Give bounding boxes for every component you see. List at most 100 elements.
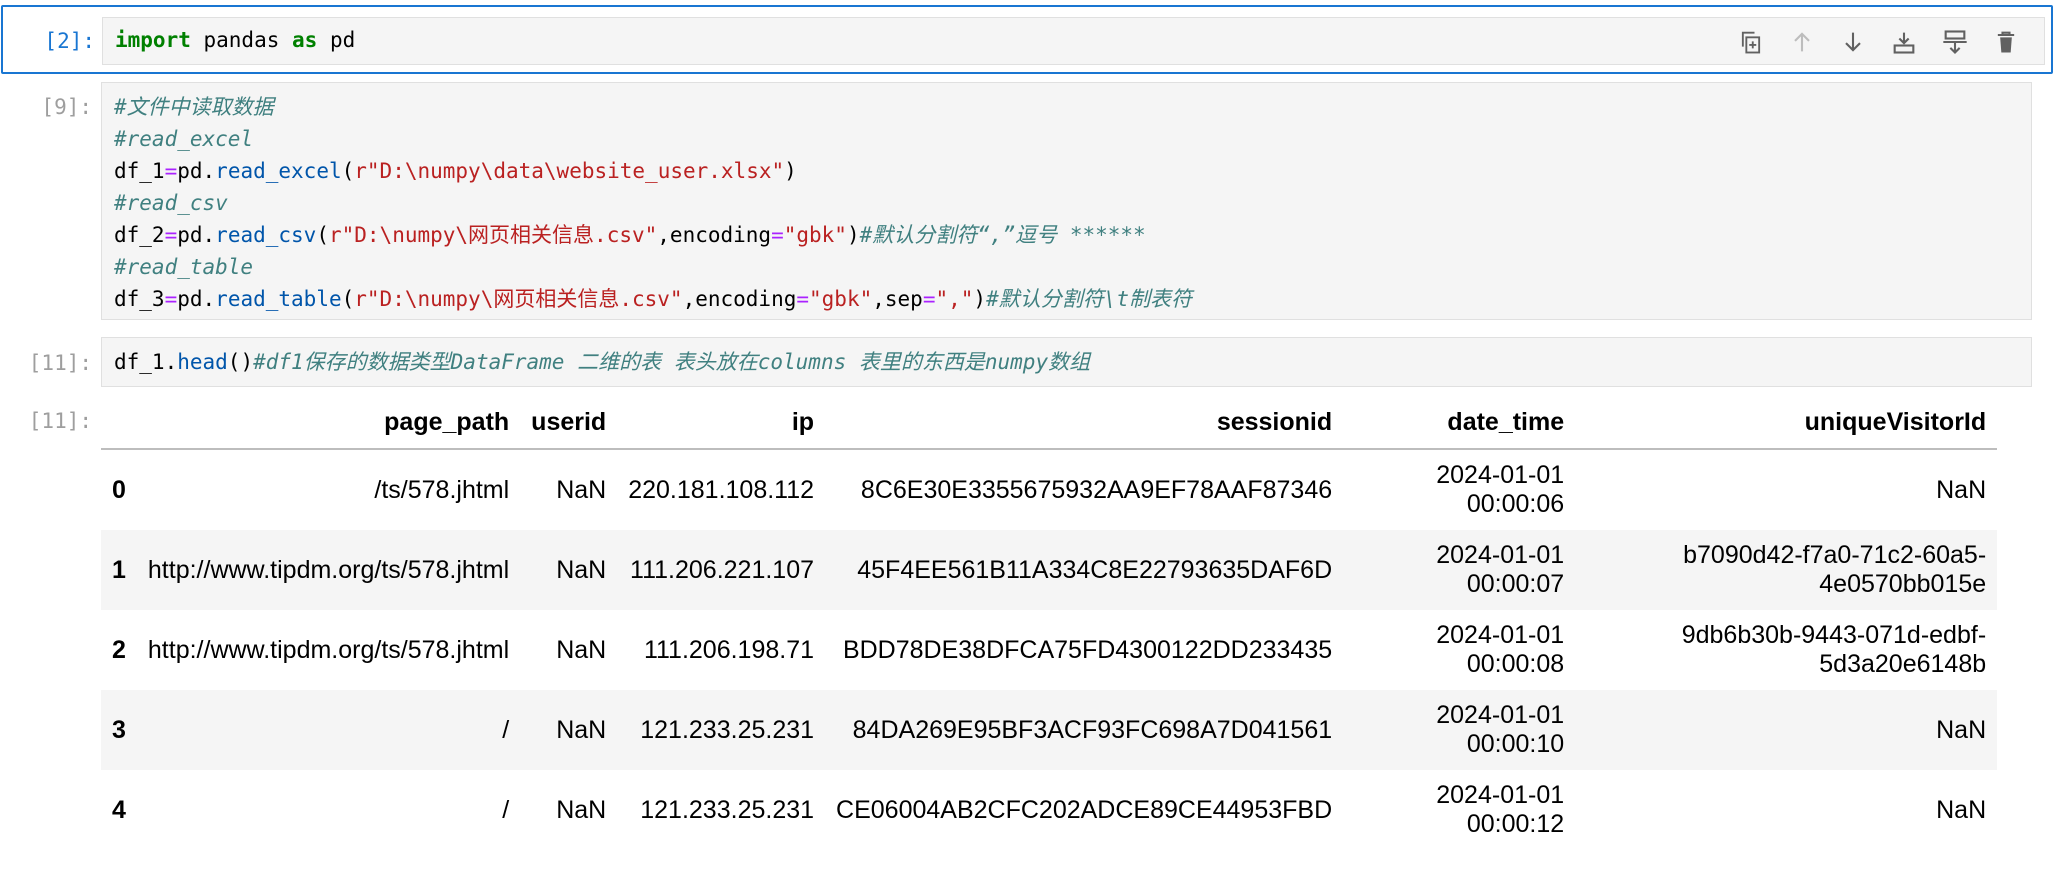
code-token: r"D:\numpy\网页相关信息.csv": [354, 287, 683, 311]
code-token: ,encoding: [682, 287, 797, 311]
code-token: ): [846, 223, 860, 247]
code-editor[interactable]: #文件中读取数据 #read_excel df_1=pd.read_excel(…: [101, 82, 2032, 320]
code-token: (: [316, 223, 329, 247]
code-token: (: [341, 159, 355, 183]
cell-date-time: 2024-01-01 00:00:07: [1343, 530, 1576, 610]
table-row: 1 http://www.tipdm.org/ts/578.jhtml NaN …: [101, 530, 1998, 610]
table-header-row: page_path userid ip sessionid date_time …: [101, 396, 1998, 450]
insert-below-button[interactable]: [1889, 27, 1919, 57]
column-header-date-time: date_time: [1343, 396, 1576, 450]
cell-sessionid: 45F4EE561B11A334C8E22793635DAF6D: [825, 530, 1344, 610]
code-token: read_csv: [215, 223, 317, 247]
move-up-button[interactable]: [1787, 27, 1817, 57]
cell-userid: NaN: [556, 635, 607, 664]
date-part: 2024-01-01: [1436, 701, 1565, 729]
code-token: =: [922, 287, 936, 311]
code-token: pd.: [177, 159, 216, 183]
time-part: 00:00:06: [1466, 490, 1565, 518]
cell-page-path: /ts/578.jhtml: [374, 475, 510, 504]
copy-icon: [1741, 31, 1761, 54]
column-header-sessionid: sessionid: [825, 396, 1344, 450]
date-part: 2024-01-01: [1436, 781, 1565, 809]
input-prompt: [9]:: [41, 95, 92, 119]
time-part: 00:00:10: [1466, 730, 1565, 758]
cell-page-path: http://www.tipdm.org/ts/578.jhtml: [136, 530, 521, 610]
move-down-button[interactable]: [1838, 27, 1868, 57]
insert-below-icon: [1893, 32, 1915, 54]
delete-icon: [1997, 31, 2015, 53]
code-token: "gbk": [783, 223, 847, 247]
code-token: =: [164, 223, 178, 247]
cell-ip: 111.206.221.107: [617, 530, 826, 610]
insert-above-button[interactable]: [1940, 27, 1970, 57]
code-token: pandas: [190, 28, 293, 52]
code-token: ,sep: [872, 287, 923, 311]
delete-cell-button[interactable]: [1991, 27, 2021, 57]
uv-part-1: b7090d42-f7a0-71c2-60a5-: [1683, 541, 1987, 569]
uv-part-2: 5d3a20e6148b: [1819, 650, 1987, 678]
code-token: read_table: [215, 287, 342, 311]
uv-part-1: NaN: [1936, 795, 1987, 824]
code-editor[interactable]: df_1.head()#df1保存的数据类型DataFrame 二维的表 表头放…: [101, 337, 2032, 387]
table-row: 2 http://www.tipdm.org/ts/578.jhtml NaN …: [101, 610, 1997, 690]
code-token: ): [784, 159, 797, 183]
time-part: 00:00:08: [1466, 650, 1565, 678]
code-token: =: [796, 287, 810, 311]
code-token: r"D:\numpy\网页相关信息.csv": [328, 223, 658, 247]
column-header-userid: userid: [520, 396, 618, 450]
cell-date-time: 2024-01-01 00:00:12: [1343, 770, 1575, 850]
code-token: r"D:\numpy\data\website_user.xlsx": [354, 159, 785, 183]
cell-ip: 111.206.198.71: [643, 635, 815, 664]
code-token: import: [115, 28, 191, 52]
code-comment: #默认分割符\t制表符: [986, 287, 1192, 311]
cell-sessionid: CE06004AB2CFC202ADCE89CE44953FBD: [836, 795, 1333, 824]
cell-unique-visitor-id: NaN: [1575, 690, 1998, 770]
cell-unique-visitor-id: 9db6b30b-9443-071d-edbf- 5d3a20e6148b: [1575, 610, 1997, 690]
cell-userid: NaN: [556, 475, 607, 504]
column-header-index: [101, 396, 137, 450]
row-index: 4: [112, 795, 126, 824]
table-row: 4 / NaN 121.233.25.231 CE06004AB2CFC202A…: [101, 770, 1997, 850]
cell-ip: 121.233.25.231: [617, 690, 826, 770]
code-token: pd: [317, 28, 356, 52]
code-token: pd.: [177, 287, 216, 311]
column-header-ip: ip: [617, 396, 826, 450]
code-comment: #read_excel: [114, 127, 254, 151]
code-token: read_excel: [215, 159, 342, 183]
input-prompt: [11]:: [28, 351, 92, 375]
cell-unique-visitor-id: NaN: [1575, 449, 1997, 530]
code-token: =: [164, 287, 178, 311]
code-token: (): [227, 350, 254, 374]
code-token: df_1: [114, 159, 165, 183]
cell-ip: 121.233.25.231: [640, 795, 815, 824]
duplicate-cell-button[interactable]: [1736, 27, 1766, 57]
row-index: 2: [112, 635, 126, 664]
table-row: 3 / NaN 121.233.25.231 84DA269E95BF3ACF9…: [101, 690, 1998, 770]
output-prompt: [11]:: [28, 409, 92, 433]
code-token: ",": [935, 287, 974, 311]
code-token: ): [973, 287, 987, 311]
row-index: 0: [112, 475, 126, 504]
cell-page-path: /: [502, 795, 510, 824]
uv-part-1: 9db6b30b-9443-071d-edbf-: [1681, 621, 1987, 649]
time-part: 00:00:07: [1466, 570, 1565, 598]
cell-sessionid: 84DA269E95BF3ACF93FC698A7D041561: [825, 690, 1344, 770]
code-cell-2[interactable]: [2]: import pandas as pd: [1, 5, 2053, 74]
code-token: df_1.: [114, 350, 178, 374]
code-token: pd.: [177, 223, 216, 247]
cell-date-time: 2024-01-01 00:00:08: [1343, 610, 1575, 690]
column-header-unique-visitor-id: uniqueVisitorId: [1575, 396, 1998, 450]
code-token: (: [341, 287, 355, 311]
uv-part-1: NaN: [1936, 715, 1987, 744]
cell-userid: NaN: [520, 690, 618, 770]
cell-page-path: /: [136, 690, 521, 770]
date-part: 2024-01-01: [1436, 541, 1565, 569]
code-token: "gbk": [809, 287, 873, 311]
code-token: ,encoding: [657, 223, 772, 247]
move-up-icon: [1794, 32, 1810, 52]
code-token: df_3: [114, 287, 165, 311]
cell-page-path: http://www.tipdm.org/ts/578.jhtml: [147, 635, 510, 664]
row-index: 3: [101, 690, 137, 770]
cell-userid: NaN: [520, 530, 618, 610]
input-prompt: [2]:: [44, 29, 95, 53]
